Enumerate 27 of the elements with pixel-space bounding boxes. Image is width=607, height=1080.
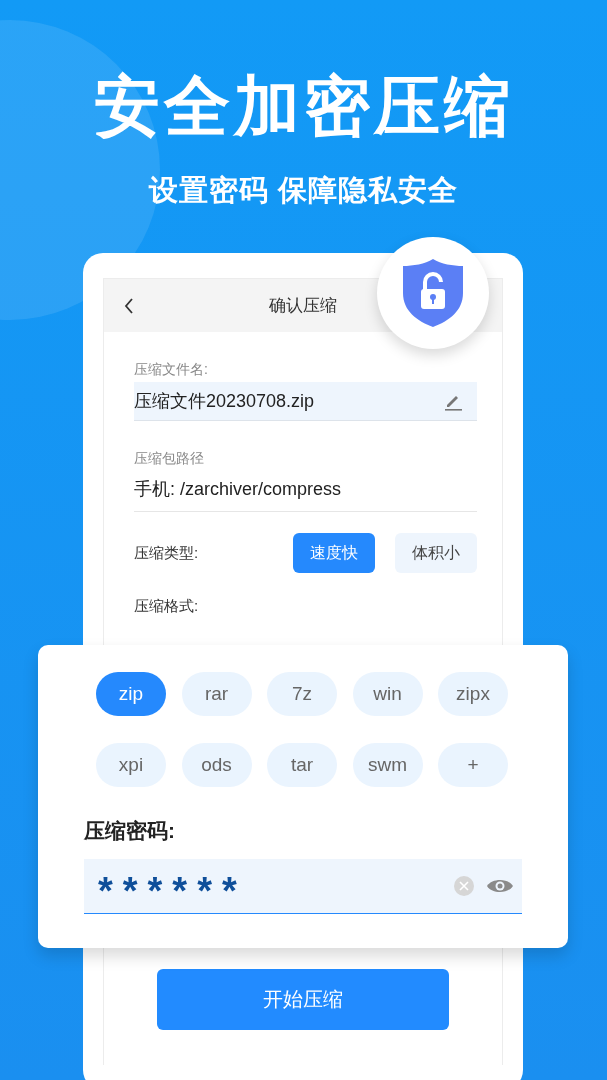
format-chip[interactable]: rar	[181, 672, 252, 716]
subheadline: 设置密码 保障隐私安全	[147, 173, 460, 208]
format-chip[interactable]: xpi	[96, 743, 166, 787]
format-chip[interactable]: win	[352, 672, 423, 716]
headline: 安全加密压缩	[92, 68, 515, 145]
format-chip[interactable]: zipx	[438, 672, 508, 716]
eye-icon[interactable]	[486, 877, 514, 895]
type-option[interactable]: 速度快	[293, 533, 375, 573]
format-chip[interactable]: +	[438, 743, 508, 787]
shield-lock-icon	[401, 257, 465, 329]
field-label: 压缩类型:	[134, 543, 199, 563]
field-label: 压缩包路径	[134, 449, 205, 467]
format-chip[interactable]: ods	[181, 743, 252, 787]
type-option[interactable]: 体积小	[395, 533, 477, 573]
password-label: 压缩密码:	[84, 818, 176, 844]
format-chip[interactable]: 7z	[267, 672, 337, 716]
password-field[interactable]: ******	[84, 859, 522, 914]
field-label: 压缩文件名:	[134, 360, 209, 378]
start-button[interactable]: 开始压缩	[157, 969, 449, 1030]
path-field: 手机: /zarchiver/compress	[134, 467, 477, 512]
format-chip[interactable]: zip	[96, 672, 166, 716]
format-chip[interactable]: tar	[267, 743, 337, 787]
file-name-field[interactable]: 压缩文件20230708.zip	[134, 382, 477, 421]
screen-title: 确认压缩	[269, 295, 337, 317]
field-label: 压缩格式:	[134, 597, 200, 616]
back-icon[interactable]	[124, 297, 134, 314]
format-chip[interactable]: swm	[352, 743, 423, 787]
